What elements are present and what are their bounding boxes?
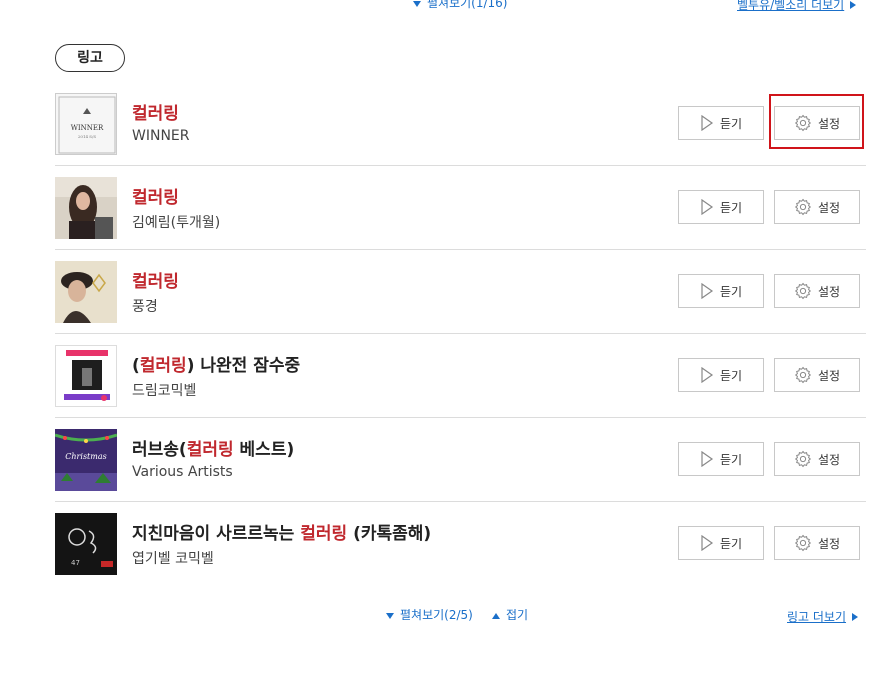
play-icon [701, 199, 713, 215]
gear-icon [794, 366, 812, 384]
artist-name[interactable]: 엽기벨 코믹벨 [132, 548, 214, 568]
triangle-down-icon [413, 0, 421, 7]
gear-icon [794, 534, 812, 552]
listen-button[interactable]: 듣기 [678, 358, 764, 392]
top-expand-link[interactable]: 펼쳐보기(1/16) [413, 0, 507, 11]
gear-icon [794, 198, 812, 216]
listen-button[interactable]: 듣기 [678, 190, 764, 224]
list-item: (컬러링) 나완전 잠수중 드림코믹벨 듣기 설정 [55, 334, 866, 418]
play-icon [701, 451, 713, 467]
black-cover-47-icon: 47 [55, 513, 117, 575]
artist-name[interactable]: WINNER [132, 128, 190, 144]
listen-button[interactable]: 듣기 [678, 442, 764, 476]
artist-name[interactable]: 풍경 [132, 296, 158, 316]
collapse-link[interactable]: 접기 [492, 606, 528, 623]
bottom-expand-link[interactable]: 펼쳐보기(2/5) [386, 606, 473, 623]
top-pagination-bar: 펼쳐보기(1/16) 벨투유/벨소리 더보기 [0, 0, 891, 12]
triangle-right-icon [852, 612, 859, 621]
black-cover-number: 47 [71, 559, 80, 567]
song-title[interactable]: 컬러링 [132, 99, 179, 124]
album-thumbnail[interactable] [55, 345, 117, 407]
gear-icon [794, 114, 812, 132]
artist-name[interactable]: 드림코믹벨 [132, 380, 196, 400]
winner-cover-text: WINNER [71, 124, 104, 132]
settings-button[interactable]: 설정 [774, 442, 860, 476]
ringo-page: 펼쳐보기(1/16) 벨투유/벨소리 더보기 링고 WINNER 2014 S/… [0, 0, 891, 673]
settings-button[interactable]: 설정 [774, 526, 860, 560]
winner-album-cover-icon: WINNER 2014 S/S [56, 94, 116, 154]
gear-icon [794, 282, 812, 300]
list-item: 47 지친마음이 사르르녹는 컬러링 (카톡좀해) 엽기벨 코믹벨 듣기 설정 [55, 502, 866, 586]
settings-button[interactable]: 설정 [774, 358, 860, 392]
listen-button[interactable]: 듣기 [678, 274, 764, 308]
triangle-right-icon [850, 0, 857, 9]
artist-name[interactable]: Various Artists [132, 464, 233, 480]
gear-icon [794, 450, 812, 468]
album-thumbnail[interactable] [55, 261, 117, 323]
play-icon [701, 535, 713, 551]
ringo-list: WINNER 2014 S/S 컬러링 WINNER 듣기 설정 컬러링 김예림… [55, 82, 866, 586]
song-title[interactable]: 러브송(컬러링 베스트) [132, 435, 294, 460]
triangle-up-icon [492, 612, 500, 619]
album-thumbnail[interactable]: WINNER 2014 S/S [55, 93, 117, 155]
ringo-more-link[interactable]: 링고 더보기 [787, 606, 859, 625]
winner-cover-sub: 2014 S/S [78, 134, 97, 139]
woman-with-hat-cover-icon [55, 261, 117, 323]
list-item: Christmas 러브송(컬러링 베스트) Various Artists 듣… [55, 418, 866, 502]
play-icon [701, 367, 713, 383]
settings-button[interactable]: 설정 [774, 106, 860, 140]
list-item: 컬러링 풍경 듣기 설정 [55, 250, 866, 334]
list-item: WINNER 2014 S/S 컬러링 WINNER 듣기 설정 [55, 82, 866, 166]
song-title[interactable]: (컬러링) 나완전 잠수중 [132, 351, 300, 376]
christmas-cover-icon: Christmas [55, 429, 117, 491]
top-more-link[interactable]: 벨투유/벨소리 더보기 [737, 0, 857, 13]
comic-bell-cover-icon [56, 346, 116, 406]
list-item: 컬러링 김예림(투개월) 듣기 설정 [55, 166, 866, 250]
album-thumbnail[interactable]: 47 [55, 513, 117, 575]
song-title[interactable]: 컬러링 [132, 267, 179, 292]
section-title-pill: 링고 [55, 44, 125, 72]
woman-portrait-cover-icon [55, 177, 117, 239]
artist-name[interactable]: 김예림(투개월) [132, 212, 220, 232]
bottom-pagination-bar: 펼쳐보기(2/5) 접기 링고 더보기 [0, 606, 891, 624]
christmas-cover-text: Christmas [65, 452, 106, 461]
play-icon [701, 283, 713, 299]
settings-button[interactable]: 설정 [774, 190, 860, 224]
listen-button[interactable]: 듣기 [678, 106, 764, 140]
play-icon [701, 115, 713, 131]
song-title[interactable]: 컬러링 [132, 183, 179, 208]
song-title[interactable]: 지친마음이 사르르녹는 컬러링 (카톡좀해) [132, 519, 431, 544]
settings-button[interactable]: 설정 [774, 274, 860, 308]
album-thumbnail[interactable]: Christmas [55, 429, 117, 491]
triangle-down-icon [386, 612, 394, 619]
album-thumbnail[interactable] [55, 177, 117, 239]
listen-button[interactable]: 듣기 [678, 526, 764, 560]
